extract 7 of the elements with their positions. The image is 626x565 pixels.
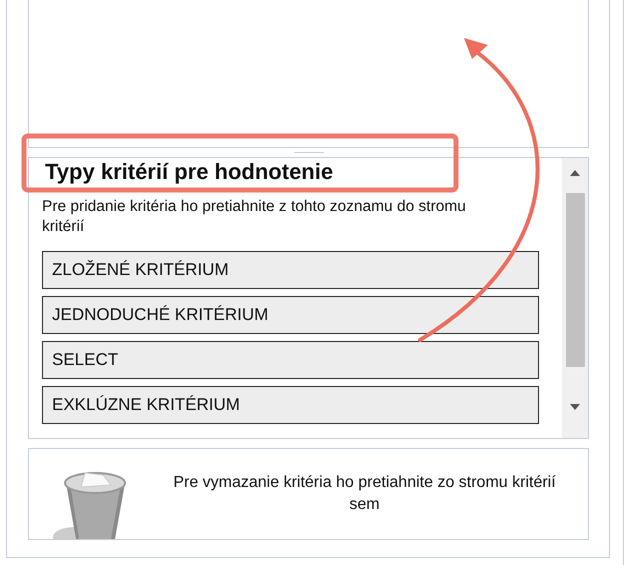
criterion-item[interactable]: JEDNODUCHÉ KRITÉRIUM	[42, 296, 539, 334]
trash-hint: Pre vymazanie kritéria ho pretiahnite zo stromu kritérií sem	[172, 473, 557, 515]
criterion-item[interactable]: ZLOŽENÉ KRITÉRIUM	[42, 251, 539, 289]
description: Pre pridanie kritéria ho pretiahnite z tohto zoznamu do stromu kritérií	[42, 197, 467, 237]
panel-title: Typy kritérií pre hodnotenie	[45, 158, 334, 185]
criterion-item[interactable]: EXKLÚZNE KRITÉRIUM	[42, 386, 539, 424]
criterion-item[interactable]: SELECT	[42, 341, 539, 379]
